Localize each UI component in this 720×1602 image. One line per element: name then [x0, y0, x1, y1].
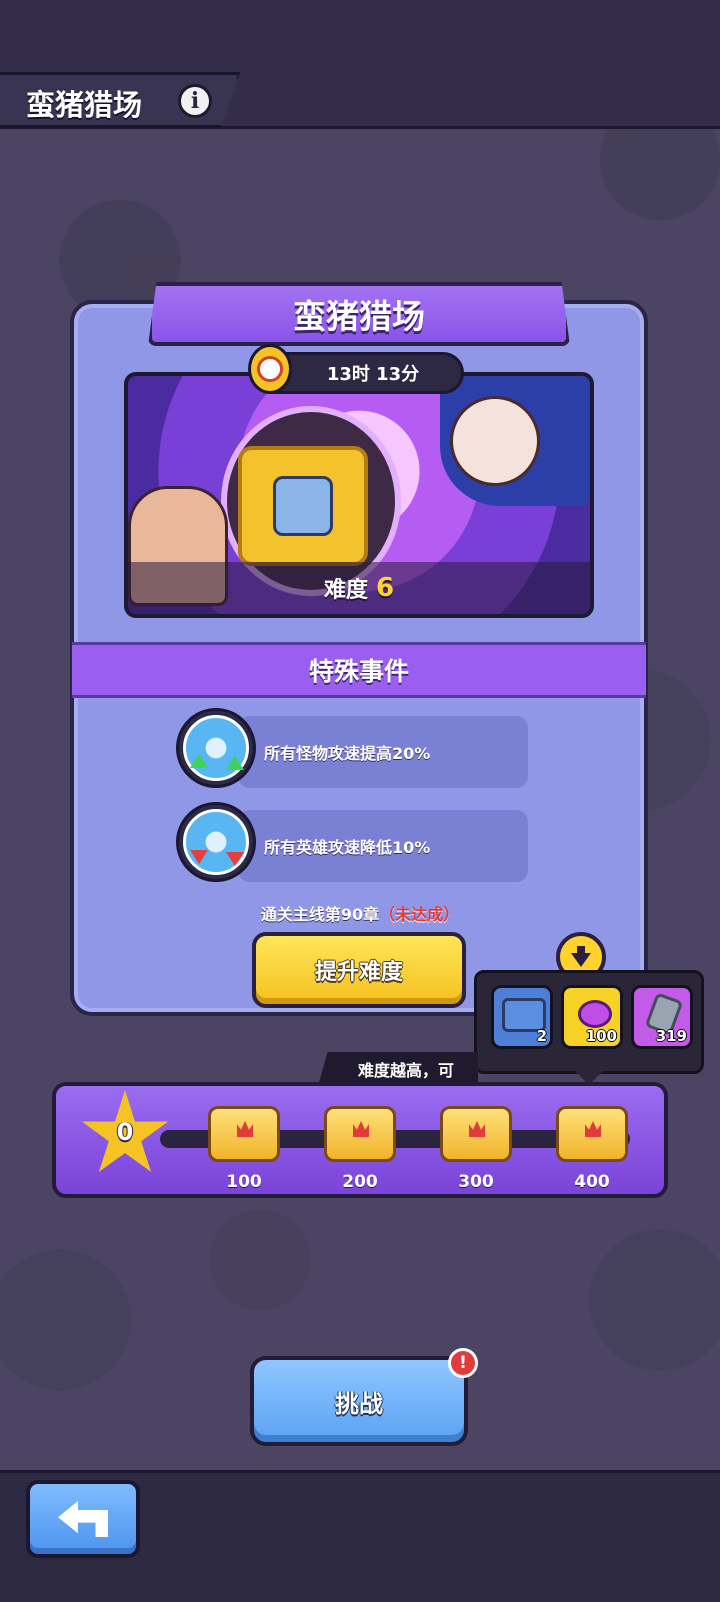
challenge-button[interactable]: 挑战 — [250, 1356, 468, 1446]
panel-title: 蛮猪猎场 — [293, 297, 425, 336]
raise-difficulty-button[interactable]: 提升难度 — [252, 932, 466, 1008]
reward-item[interactable]: 2 — [491, 985, 553, 1049]
reward-preview-popup: 2 100 319 — [474, 970, 704, 1085]
event-row: 所有英雄攻速降低10% — [238, 810, 528, 882]
reward-amount: 100 — [585, 1027, 617, 1045]
milestone-label: 100 — [226, 1172, 262, 1192]
reward-item[interactable]: 319 — [631, 985, 693, 1049]
hero-attack-speed-down-icon[interactable] — [176, 802, 256, 882]
page-title: 蛮猪猎场 — [26, 88, 143, 122]
boss-illustration: 难度 6 — [124, 372, 594, 618]
armor-art — [273, 476, 333, 536]
back-arrow-icon — [58, 1501, 108, 1537]
special-events-title: 特殊事件 — [308, 657, 409, 686]
reward-amount: 2 — [536, 1027, 547, 1045]
milestone-chest-icon[interactable] — [324, 1106, 396, 1162]
back-button[interactable] — [26, 1480, 140, 1558]
special-events-banner: 特殊事件 — [72, 642, 646, 698]
info-icon: i — [190, 88, 200, 114]
milestone-label: 300 — [458, 1172, 494, 1192]
event-text: 所有怪物攻速提高20% — [264, 744, 431, 763]
milestone-label: 200 — [342, 1172, 378, 1192]
milestone-chest-icon[interactable] — [208, 1106, 280, 1162]
purple-gem-icon — [578, 1000, 612, 1028]
requirement-status: （未达成） — [379, 905, 460, 924]
event-row: 所有怪物攻速提高20% — [238, 716, 528, 788]
reward-amount: 319 — [655, 1027, 687, 1045]
timer-text: 13时 13分 — [326, 364, 420, 385]
monster-attack-speed-up-icon[interactable] — [176, 708, 256, 788]
alert-badge: ! — [448, 1348, 478, 1378]
hero-right-face-art — [450, 396, 540, 486]
requirement-text: 通关主线第90章 — [260, 905, 380, 924]
info-button[interactable]: i — [178, 84, 212, 118]
difficulty-value: 6 — [375, 573, 395, 603]
difficulty-hint-tab: 难度越高，可 — [318, 1052, 478, 1086]
star-count: 0 — [116, 1118, 134, 1146]
event-text: 所有英雄攻速降低10% — [264, 838, 431, 857]
milestone-chest-icon[interactable] — [440, 1106, 512, 1162]
challenge-label: 挑战 — [335, 1389, 383, 1418]
milestone-label: 400 — [574, 1172, 610, 1192]
difficulty-strip: 难度 6 — [128, 562, 590, 614]
panel-title-banner: 蛮猪猎场 — [148, 282, 570, 346]
milestone-chest-icon[interactable] — [556, 1106, 628, 1162]
difficulty-label: 难度 — [323, 578, 368, 603]
raise-difficulty-label: 提升难度 — [314, 960, 403, 985]
reward-item[interactable]: 100 — [561, 985, 623, 1049]
stopwatch-icon — [248, 344, 292, 394]
chapter-requirement: 通关主线第90章（未达成） — [200, 901, 520, 925]
difficulty-hint-text: 难度越高，可 — [358, 1061, 455, 1080]
